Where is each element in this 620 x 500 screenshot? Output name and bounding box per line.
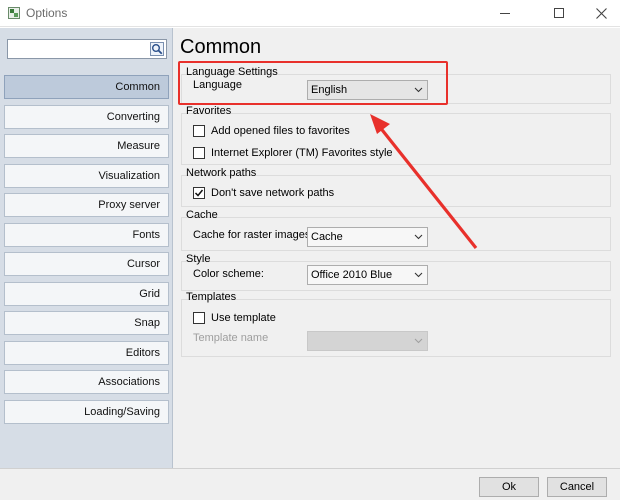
minimize-button[interactable] <box>482 0 528 26</box>
group-title: Style <box>186 253 211 265</box>
chevron-down-icon <box>414 272 423 278</box>
raster-cache-label: Cache for raster images: <box>193 229 314 241</box>
style-group: Style Color scheme: Office 2010 Blue <box>181 253 611 291</box>
cancel-button[interactable]: Cancel <box>547 477 607 497</box>
annotation-highlight-box <box>178 61 448 105</box>
ok-button[interactable]: Ok <box>479 477 539 497</box>
chevron-down-icon <box>414 338 423 344</box>
raster-cache-select-value: Cache <box>311 231 343 243</box>
use-template-checkbox[interactable] <box>193 312 205 324</box>
page-title: Common <box>180 36 262 58</box>
color-scheme-select-value: Office 2010 Blue <box>311 269 393 281</box>
sidebar-item-converting[interactable]: Converting <box>4 104 169 129</box>
add-opened-label: Add opened files to favorites <box>211 125 350 137</box>
use-template-label: Use template <box>211 312 276 324</box>
add-opened-checkbox[interactable] <box>193 125 205 137</box>
sidebar: Common Converting Measure Visualization … <box>0 28 173 468</box>
sidebar-item-visualization[interactable]: Visualization <box>4 163 169 188</box>
sidebar-item-proxy-server[interactable]: Proxy server <box>4 193 169 217</box>
color-scheme-label: Color scheme: <box>193 268 264 280</box>
window-title: Options <box>26 6 68 20</box>
maximize-button[interactable] <box>536 0 582 26</box>
ie-favorites-style-checkbox[interactable] <box>193 147 205 159</box>
search-input[interactable] <box>7 39 167 59</box>
sidebar-item-cursor[interactable]: Cursor <box>4 252 169 276</box>
sidebar-item-editors[interactable]: Editors <box>4 340 169 365</box>
sidebar-item-common[interactable]: Common <box>4 75 169 99</box>
title-bar: Options <box>0 0 620 27</box>
maximize-icon <box>554 8 564 18</box>
group-title: Cache <box>186 209 218 221</box>
sidebar-item-loading-saving[interactable]: Loading/Saving <box>4 399 169 424</box>
sidebar-item-snap[interactable]: Snap <box>4 311 169 335</box>
sidebar-item-measure[interactable]: Measure <box>4 134 169 158</box>
sidebar-item-fonts[interactable]: Fonts <box>4 222 169 247</box>
dont-save-network-paths-label: Don't save network paths <box>211 187 335 199</box>
templates-group: Templates Use template Template name <box>181 291 611 357</box>
dont-save-network-paths-checkbox[interactable] <box>193 187 205 199</box>
minimize-icon <box>500 12 510 14</box>
close-icon <box>595 7 607 19</box>
sidebar-item-grid[interactable]: Grid <box>4 281 169 306</box>
dialog-footer: Ok Cancel <box>0 468 620 500</box>
annotation-arrow <box>370 114 478 249</box>
group-title: Network paths <box>186 167 257 179</box>
group-title: Templates <box>186 291 237 303</box>
template-name-select[interactable] <box>307 331 428 351</box>
sidebar-item-associations[interactable]: Associations <box>4 370 169 394</box>
color-scheme-select[interactable]: Office 2010 Blue <box>307 265 428 285</box>
app-icon <box>8 7 20 19</box>
options-nav: Common Converting Measure Visualization … <box>4 75 169 429</box>
checkmark-icon <box>194 189 204 197</box>
search-icon[interactable] <box>150 42 164 56</box>
group-title: Favorites <box>186 105 232 117</box>
template-name-label: Template name <box>193 332 269 344</box>
close-button[interactable] <box>578 0 620 26</box>
